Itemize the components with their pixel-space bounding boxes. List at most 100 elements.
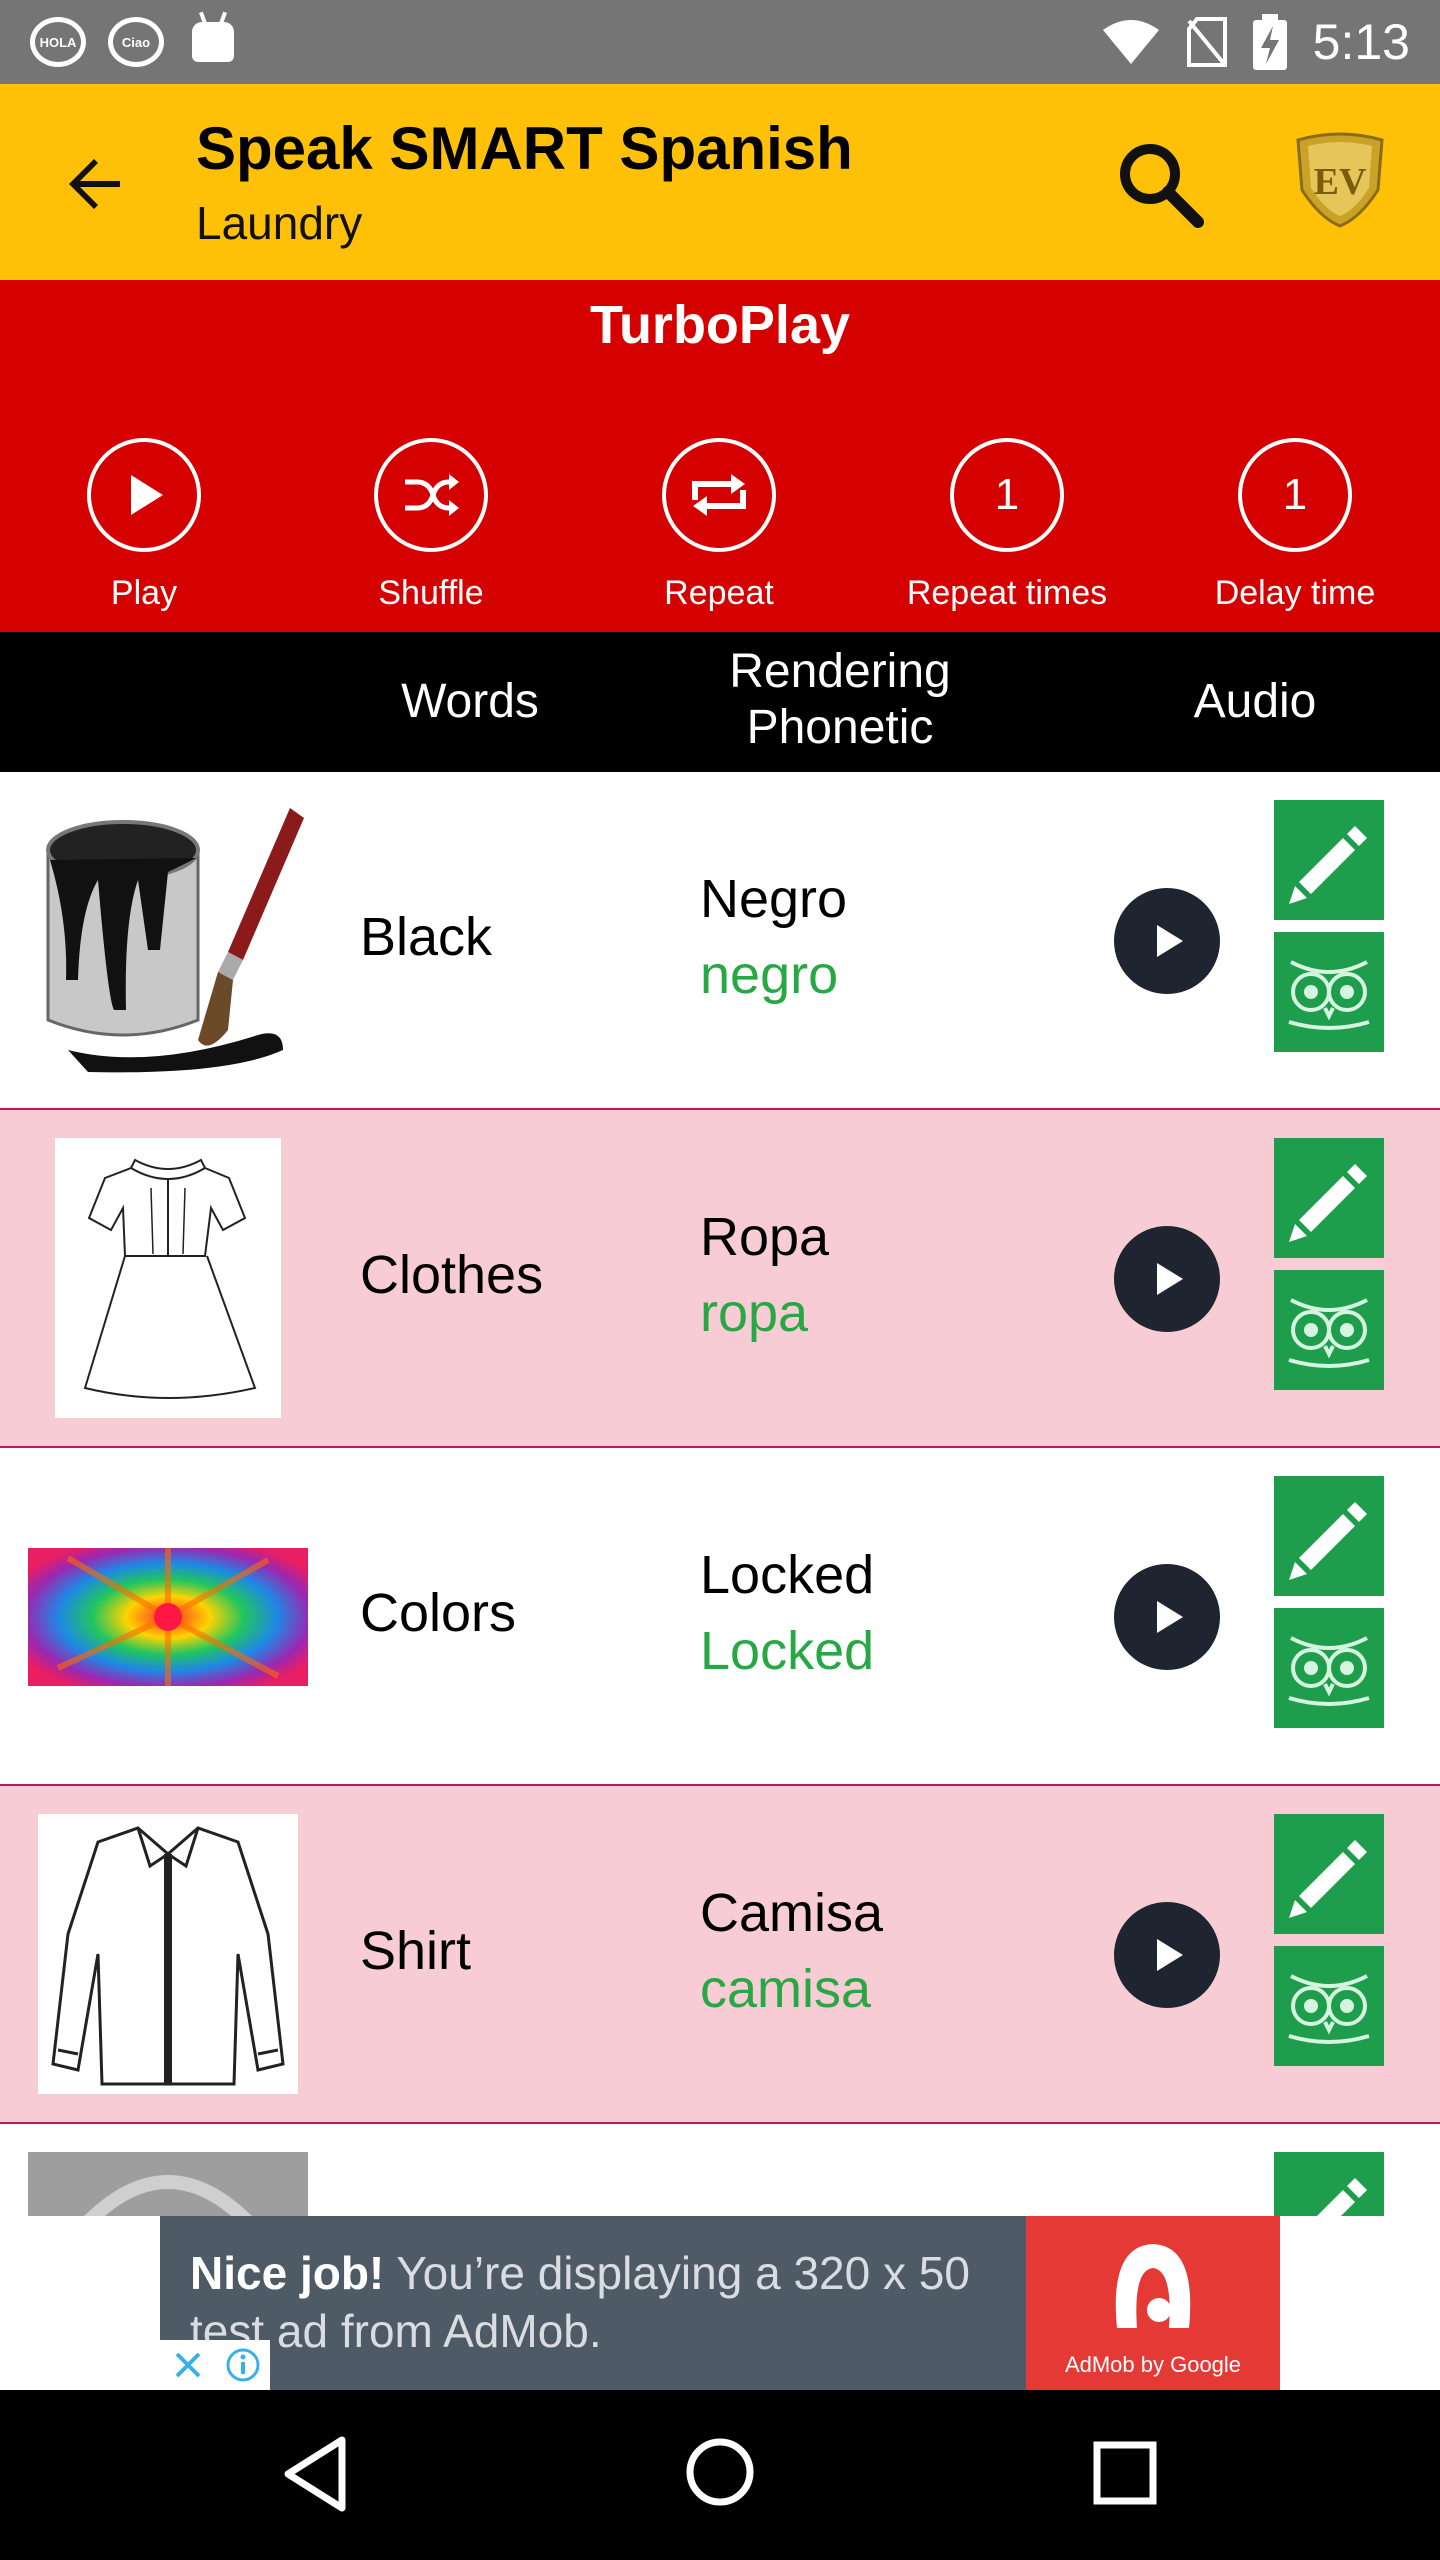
repeat-icon bbox=[692, 474, 746, 516]
play-icon bbox=[131, 475, 163, 515]
dress-sketch-image bbox=[55, 1138, 281, 1418]
row-phonetic: ropa bbox=[700, 1283, 809, 1343]
shirt-sketch-image bbox=[38, 1814, 298, 2094]
table-row[interactable]: Shirt Camisa camisa bbox=[0, 1786, 1440, 2124]
play-icon bbox=[1157, 1939, 1183, 1971]
row-spanish: Camisa bbox=[700, 1883, 884, 1943]
ad-margin-right bbox=[1280, 2216, 1440, 2390]
info-icon[interactable] bbox=[215, 2340, 270, 2390]
app-bar: Speak SMART Spanish Laundry EV bbox=[0, 84, 1440, 280]
row-phonetic: Locked bbox=[700, 1621, 875, 1681]
owl-icon bbox=[1288, 1298, 1370, 1368]
header-words: Words bbox=[401, 675, 539, 728]
ciao-bubble-icon: Ciao bbox=[108, 17, 164, 67]
row-word: Black bbox=[360, 907, 493, 967]
owl-button[interactable] bbox=[1274, 932, 1384, 1052]
row-spanish: Locked bbox=[700, 1545, 875, 1605]
clock: 5:13 bbox=[1312, 14, 1410, 70]
turbo-play-button[interactable]: Play bbox=[14, 438, 274, 613]
recents-square-icon[interactable] bbox=[1092, 2440, 1158, 2506]
ad-choices[interactable] bbox=[160, 2340, 270, 2390]
play-audio-button[interactable] bbox=[1114, 1226, 1220, 1332]
ad-margin-left bbox=[0, 2216, 160, 2390]
colorful-flower-image bbox=[28, 1548, 308, 1686]
shuffle-icon bbox=[405, 474, 459, 516]
navigation-bar bbox=[0, 2390, 1440, 2560]
play-icon bbox=[1157, 1263, 1183, 1295]
header-audio: Audio bbox=[1193, 675, 1317, 728]
close-icon[interactable] bbox=[160, 2340, 215, 2390]
edit-button[interactable] bbox=[1274, 1814, 1384, 1934]
play-audio-button[interactable] bbox=[1114, 1902, 1220, 2008]
back-triangle-icon[interactable] bbox=[280, 2434, 350, 2514]
app-title: Speak SMART Spanish bbox=[196, 115, 853, 182]
turbo-shuffle-button[interactable]: Shuffle bbox=[301, 438, 561, 613]
turbo-repeat-times-button[interactable]: 1 Repeat times bbox=[877, 438, 1137, 613]
wifi-icon bbox=[1102, 20, 1159, 64]
no-sim-icon bbox=[1186, 17, 1227, 67]
turboplay-title: TurboPlay bbox=[589, 295, 851, 355]
row-word: Shirt bbox=[360, 1921, 472, 1981]
pencil-icon bbox=[1289, 826, 1367, 904]
logo-letters: EV bbox=[1314, 161, 1367, 203]
home-circle-icon[interactable] bbox=[684, 2436, 756, 2508]
search-icon[interactable] bbox=[1110, 134, 1210, 234]
turboplay-panel: TurboPlay Play Shuffle Repeat 1 Repeat t… bbox=[0, 280, 1440, 632]
pencil-icon bbox=[1289, 1502, 1367, 1580]
turbo-repeat-label: Repeat bbox=[664, 574, 774, 612]
owl-icon bbox=[1288, 960, 1370, 1030]
header-phonetic: Phonetic bbox=[746, 701, 934, 754]
edit-button[interactable] bbox=[1274, 2152, 1384, 2216]
ev-logo-icon[interactable]: EV bbox=[1290, 130, 1390, 230]
turbo-repeat-times-label: Repeat times bbox=[906, 574, 1108, 612]
pencil-icon bbox=[1317, 2178, 1367, 2216]
pencil-icon bbox=[1289, 1164, 1367, 1242]
owl-icon bbox=[1288, 1974, 1370, 2044]
pencil-icon bbox=[1289, 1840, 1367, 1918]
edit-button[interactable] bbox=[1274, 800, 1384, 920]
table-row[interactable]: Clothes Ropa ropa bbox=[0, 1110, 1440, 1448]
table-row[interactable]: Black Negro negro bbox=[0, 772, 1440, 1110]
android-icon bbox=[192, 22, 234, 62]
paint-bucket-brush-image bbox=[28, 800, 308, 1080]
turbo-play-label: Play bbox=[110, 574, 178, 612]
table-row-partial[interactable] bbox=[0, 2124, 1440, 2216]
table-header: Words Rendering Phonetic Audio bbox=[0, 632, 1440, 772]
ad-banner[interactable]: Nice job! You’re displaying a 320 x 50 t… bbox=[160, 2216, 1280, 2390]
edit-button[interactable] bbox=[1274, 1138, 1384, 1258]
play-icon bbox=[1157, 1601, 1183, 1633]
row-word: Colors bbox=[360, 1583, 517, 1643]
turbo-delay-time-label: Delay time bbox=[1214, 574, 1376, 612]
admob-brand: AdMob by Google bbox=[1064, 2352, 1242, 2377]
edit-button[interactable] bbox=[1274, 1476, 1384, 1596]
repeat-times-value: 1 bbox=[950, 438, 1064, 552]
owl-button[interactable] bbox=[1274, 1270, 1384, 1390]
admob-logo: AdMob by Google bbox=[1026, 2216, 1280, 2390]
delay-time-value: 1 bbox=[1238, 438, 1352, 552]
turbo-shuffle-label: Shuffle bbox=[378, 574, 484, 612]
row-phonetic: negro bbox=[700, 945, 839, 1005]
ad-text-bold: Nice job! bbox=[190, 2247, 385, 2299]
admob-icon bbox=[1115, 2244, 1191, 2328]
turbo-repeat-button[interactable]: Repeat bbox=[589, 438, 849, 613]
owl-icon bbox=[1288, 1636, 1370, 1706]
battery-charging-icon bbox=[1252, 14, 1287, 70]
play-audio-button[interactable] bbox=[1114, 1564, 1220, 1670]
play-audio-button[interactable] bbox=[1114, 888, 1220, 994]
turbo-delay-time-button[interactable]: 1 Delay time bbox=[1165, 438, 1425, 613]
hola-bubble-icon: HOLA bbox=[30, 17, 86, 67]
table-row[interactable]: Colors Locked Locked bbox=[0, 1448, 1440, 1786]
app-subtitle: Laundry bbox=[196, 197, 363, 249]
owl-button[interactable] bbox=[1274, 1608, 1384, 1728]
row-thumbnail-partial bbox=[28, 2152, 308, 2216]
header-rendering: Rendering bbox=[729, 645, 951, 698]
row-spanish: Ropa bbox=[700, 1207, 830, 1267]
refresh-placeholder-icon bbox=[84, 2175, 252, 2216]
status-bar: HOLA Ciao 5:13 bbox=[0, 0, 1440, 84]
row-word: Clothes bbox=[360, 1245, 544, 1305]
row-spanish: Negro bbox=[700, 869, 848, 929]
ad-text: Nice job! You’re displaying a 320 x 50 t… bbox=[190, 2244, 1020, 2360]
arrow-left-icon[interactable] bbox=[60, 148, 132, 220]
owl-button[interactable] bbox=[1274, 1946, 1384, 2066]
row-phonetic: camisa bbox=[700, 1959, 872, 2019]
